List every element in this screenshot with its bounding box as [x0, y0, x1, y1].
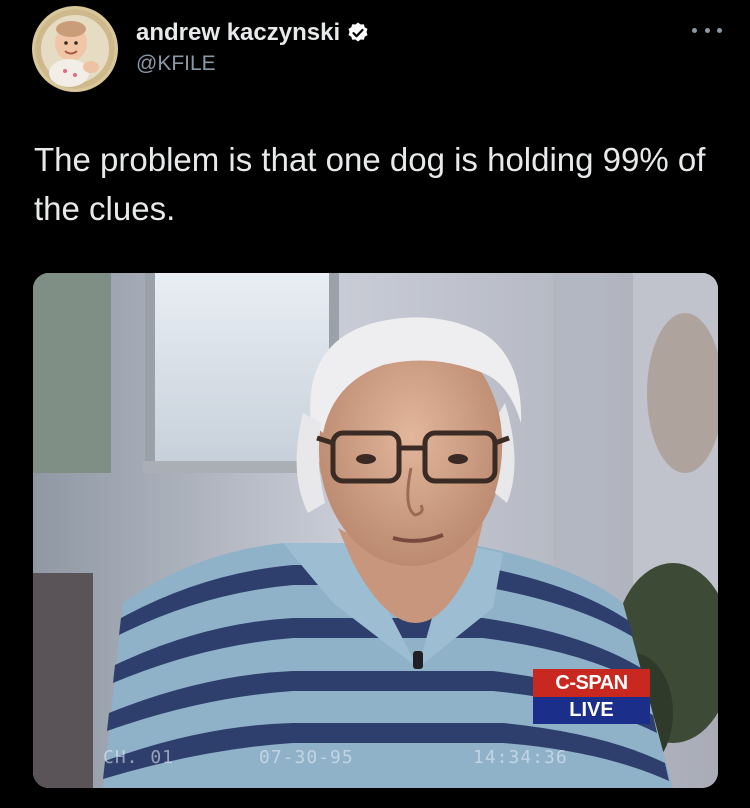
verified-badge-icon — [346, 21, 370, 45]
author-names: andrew kaczynski @KFILE — [136, 18, 370, 76]
timestamp-channel: CH. 01 — [103, 747, 175, 768]
more-options-icon[interactable] — [692, 24, 722, 36]
tweet-header: andrew kaczynski @KFILE — [32, 6, 722, 96]
cspan-live-overlay: C-SPAN LIVE — [533, 669, 650, 724]
timestamp-time: 14:34:36 — [473, 747, 568, 768]
name-row: andrew kaczynski — [136, 18, 370, 48]
avatar[interactable] — [32, 6, 118, 92]
cspan-live-label: LIVE — [533, 697, 650, 724]
avatar-image — [35, 9, 115, 89]
dot-icon — [692, 27, 697, 33]
tweet-media[interactable]: C-SPAN LIVE CH. 01 07-30-95 14:34:36 — [33, 273, 718, 788]
dot-icon — [704, 27, 710, 33]
tweet-card: andrew kaczynski @KFILE The problem is t… — [0, 0, 750, 808]
tweet-text: The problem is that one dog is holding 9… — [34, 141, 706, 227]
author-handle[interactable]: @KFILE — [136, 52, 370, 76]
author-display-name[interactable]: andrew kaczynski — [136, 19, 340, 47]
dot-icon — [717, 27, 722, 33]
cspan-network-label: C-SPAN — [533, 669, 650, 697]
timestamp-date: 07-30-95 — [259, 747, 354, 768]
